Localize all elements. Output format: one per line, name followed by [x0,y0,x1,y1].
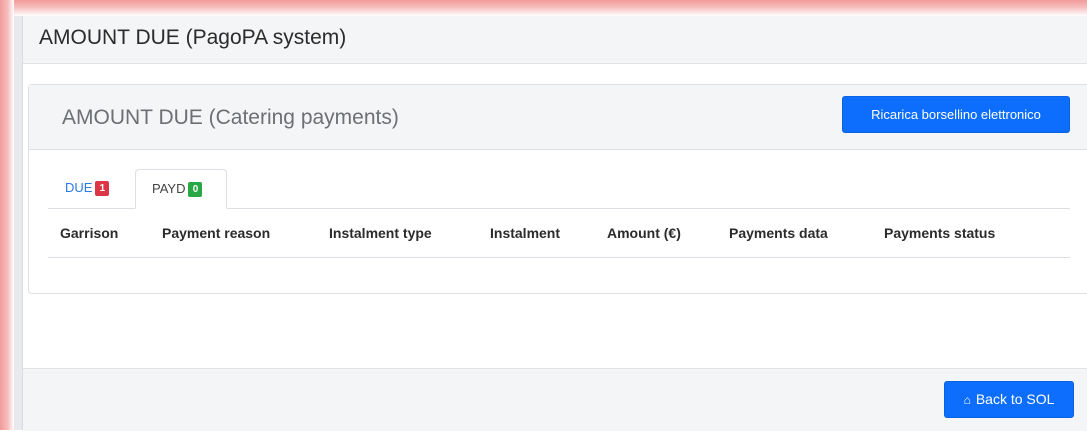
tab-due[interactable]: DUE 1 [48,169,132,209]
column-header-amount[interactable]: Amount (€) [607,209,681,257]
card-header: AMOUNT DUE (Catering payments) Ricarica … [29,85,1087,150]
tab-payd[interactable]: PAYD 0 [135,169,227,209]
back-to-sol-button[interactable]: ⌂ Back to SOL [944,381,1074,418]
payments-table-header: Garrison Payment reason Instalment type … [48,209,1070,258]
due-count-badge: 1 [95,181,110,197]
tabs: DUE 1 PAYD 0 [48,169,1070,209]
column-header-payments-status[interactable]: Payments status [884,209,995,257]
column-header-payments-data[interactable]: Payments data [729,209,828,257]
frame-glow-top [0,0,1087,16]
sidebar-strip [14,16,23,430]
payd-count-badge: 0 [188,182,203,198]
card-title: AMOUNT DUE (Catering payments) [62,106,399,129]
back-to-sol-label: Back to SOL [975,391,1055,407]
column-header-instalment-type[interactable]: Instalment type [329,209,432,257]
page-header: AMOUNT DUE (PagoPA system) [23,16,1087,64]
column-header-garrison[interactable]: Garrison [60,209,118,257]
page-container: AMOUNT DUE (PagoPA system) AMOUNT DUE (C… [23,16,1087,431]
page-title: AMOUNT DUE (PagoPA system) [39,26,347,49]
reload-wallet-button[interactable]: Ricarica borsellino elettronico [842,96,1070,133]
tab-payd-label: PAYD [152,181,186,196]
home-icon: ⌂ [963,393,971,407]
tab-due-label: DUE [65,180,93,195]
frame-glow-left [0,0,14,430]
column-header-payment-reason[interactable]: Payment reason [162,209,270,257]
page-footer: ⌂ Back to SOL [23,368,1087,431]
column-header-instalment[interactable]: Instalment [490,209,560,257]
catering-payments-card: AMOUNT DUE (Catering payments) Ricarica … [28,84,1087,294]
